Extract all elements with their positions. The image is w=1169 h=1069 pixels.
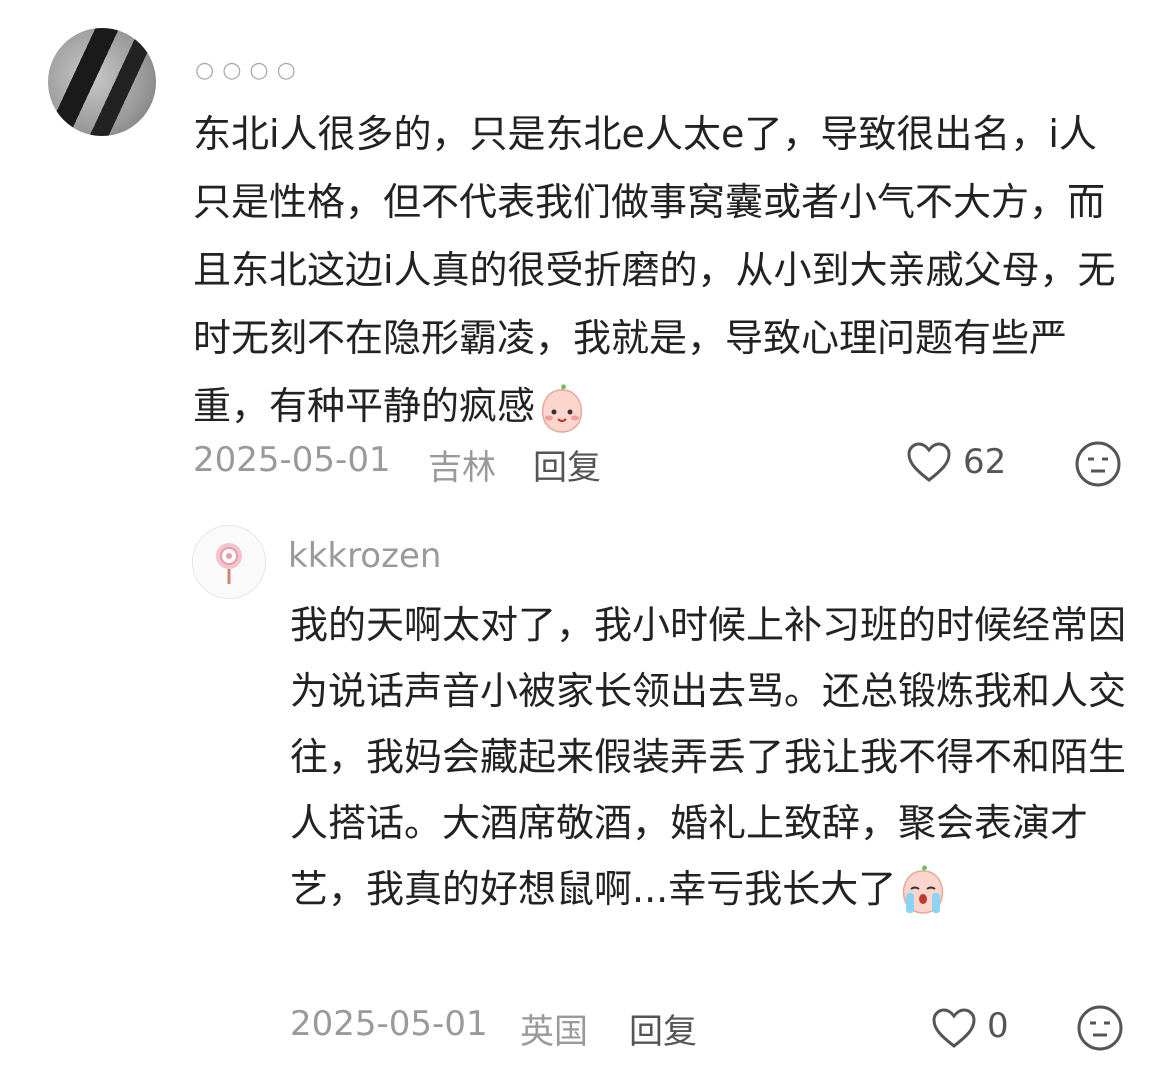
reply-button[interactable]: 回复	[629, 1004, 697, 1053]
like-count: 62	[963, 442, 1007, 482]
username[interactable]: ○○○○	[195, 58, 304, 83]
comment-text: 东北i人很多的，只是东北e人太e了，导致很出名，i人只是性格，但不代表我们做事窝…	[193, 100, 1128, 440]
reply-button[interactable]: 回复	[533, 440, 601, 489]
comment-date: 2025-05-01	[290, 1004, 488, 1044]
heart-outline-icon	[931, 1008, 977, 1053]
like-button[interactable]	[931, 1007, 977, 1053]
dislike-button[interactable]	[1074, 440, 1122, 492]
comment-location: 英国	[520, 1012, 588, 1052]
comment-location: 吉林	[428, 448, 496, 488]
smiling-peach-emoji-icon	[535, 382, 589, 436]
username[interactable]: kkkrozen	[288, 536, 441, 576]
like-count: 0	[987, 1006, 1009, 1046]
like-button[interactable]	[906, 441, 952, 487]
crying-peach-emoji-icon	[896, 864, 950, 919]
comment-date: 2025-05-01	[193, 440, 391, 480]
meh-face-icon	[1074, 441, 1122, 492]
lollipop-icon	[216, 543, 242, 584]
comment-body: 东北i人很多的，只是东北e人太e了，导致很出名，i人只是性格，但不代表我们做事窝…	[193, 112, 1116, 428]
avatar[interactable]	[192, 525, 266, 599]
meh-face-icon	[1076, 1005, 1124, 1056]
heart-outline-icon	[906, 442, 952, 487]
dislike-button[interactable]	[1076, 1004, 1124, 1056]
avatar[interactable]	[48, 28, 156, 136]
comment-body: 我的天啊太对了，我小时候上补习班的时候经常因为说话声音小被家长领出去骂。还总锻炼…	[290, 603, 1127, 911]
comment-text: 我的天啊太对了，我小时候上补习班的时候经常因为说话声音小被家长领出去骂。还总锻炼…	[290, 592, 1135, 922]
